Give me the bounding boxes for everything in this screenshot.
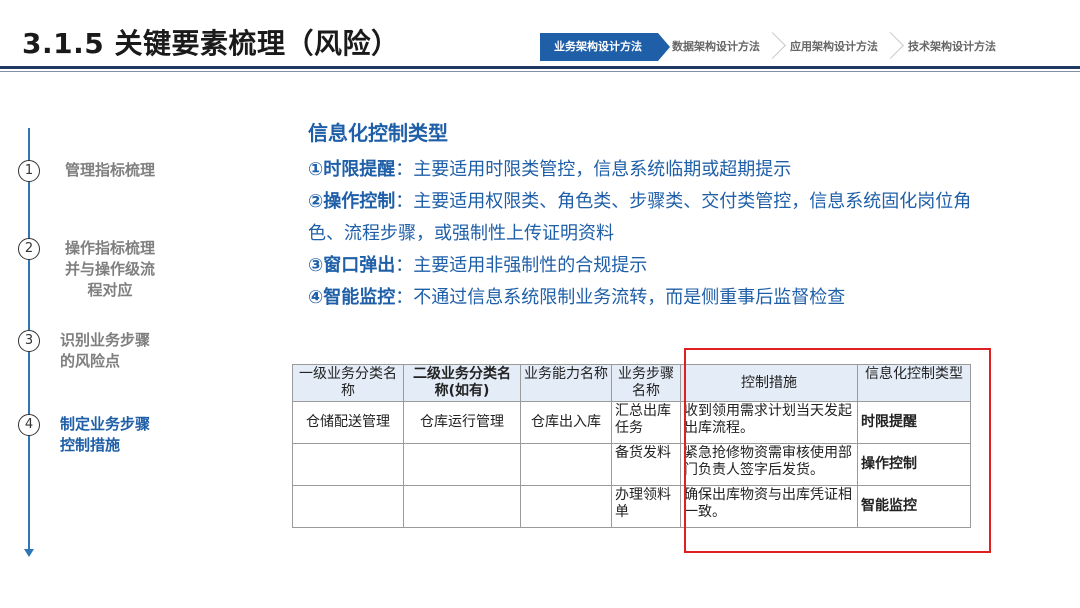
table-header: 二级业务分类名称(如有) [403, 364, 521, 402]
nav-timeline-arrow-icon [24, 549, 34, 557]
nav-item-1[interactable]: 1 管理指标梳理 [18, 160, 160, 182]
table-cell [403, 485, 521, 528]
table-cell [292, 485, 404, 528]
nav-number-1: 1 [18, 160, 40, 182]
nav-number-2: 2 [18, 238, 40, 260]
highlight-box [684, 348, 991, 553]
control-type-text-4: ：不通过信息系统限制业务流转，而是侧重事后监督检查 [395, 287, 846, 308]
control-type-key-3: ③窗口弹出 [308, 255, 396, 276]
table-header: 业务能力名称 [520, 364, 612, 402]
control-type-key-1: ①时限提醒 [308, 159, 396, 180]
table-cell: 仓库出入库 [520, 401, 612, 444]
step-application-architecture[interactable]: 应用架构设计方法 [776, 33, 894, 61]
control-type-item-3: ③窗口弹出：主要适用非强制性的合规提示 [308, 250, 1008, 282]
step-data-architecture[interactable]: 数据架构设计方法 [658, 33, 776, 61]
table-cell: 仓库运行管理 [403, 401, 521, 444]
nav-label-4: 制定业务步骤控制措施 [60, 415, 151, 454]
table-cell [520, 485, 612, 528]
content-panel: 信息化控制类型 ①时限提醒：主要适用时限类管控，信息系统临期或超期提示 ②操作控… [308, 118, 1008, 314]
step-technology-architecture[interactable]: 技术架构设计方法 [894, 33, 1012, 61]
control-type-key-4: ④智能监控 [308, 287, 396, 308]
table-cell [292, 443, 404, 486]
content-heading: 信息化控制类型 [308, 121, 448, 145]
control-type-text-3: ：主要适用非强制性的合规提示 [395, 255, 648, 276]
method-steps: 业务架构设计方法 数据架构设计方法 应用架构设计方法 技术架构设计方法 [540, 33, 1012, 61]
control-type-item-4: ④智能监控：不通过信息系统限制业务流转，而是侧重事后监督检查 [308, 282, 1008, 314]
step-business-architecture[interactable]: 业务架构设计方法 [540, 33, 670, 61]
page-title: 3.1.5 关键要素梳理（风险） [22, 27, 400, 60]
nav-label-1: 管理指标梳理 [64, 161, 155, 179]
nav-label-3: 识别业务步骤的风险点 [60, 331, 151, 370]
nav-item-4[interactable]: 4 制定业务步骤控制措施 [18, 414, 160, 456]
title-divider-thin [0, 71, 1080, 72]
nav-number-4: 4 [18, 414, 40, 436]
table-cell [520, 443, 612, 486]
table-cell: 备货发料 [611, 443, 681, 486]
control-type-text-2: ：主要适用权限类、角色类、步骤类、交付类管控，信息系统固化岗位角色、流程步骤，或… [308, 191, 972, 244]
control-type-item-1: ①时限提醒：主要适用时限类管控，信息系统临期或超期提示 [308, 154, 1008, 186]
table-cell [403, 443, 521, 486]
title-divider [0, 66, 1080, 69]
control-type-item-2: ②操作控制：主要适用权限类、角色类、步骤类、交付类管控，信息系统固化岗位角色、流… [308, 186, 988, 250]
nav-label-2: 操作指标梳理并与操作级流程对应 [64, 239, 155, 299]
table-cell: 汇总出库任务 [611, 401, 681, 444]
table-cell: 办理领料单 [611, 485, 681, 528]
table-header: 业务步骤名称 [611, 364, 681, 402]
nav-number-3: 3 [18, 330, 40, 352]
nav-item-3[interactable]: 3 识别业务步骤的风险点 [18, 330, 160, 372]
nav-item-2[interactable]: 2 操作指标梳理并与操作级流程对应 [18, 238, 160, 301]
control-type-key-2: ②操作控制 [308, 191, 396, 212]
table-cell: 仓储配送管理 [292, 401, 404, 444]
control-type-text-1: ：主要适用时限类管控，信息系统临期或超期提示 [395, 159, 792, 180]
table-header: 一级业务分类名称 [292, 364, 404, 402]
